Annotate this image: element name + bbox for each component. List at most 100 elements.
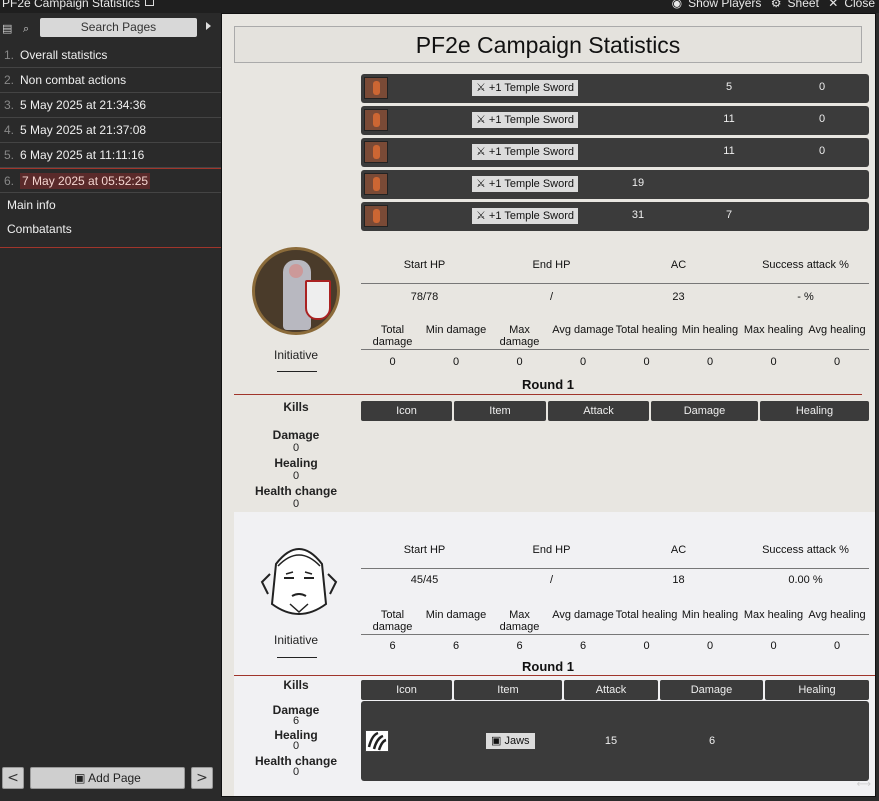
attack-value: 31 [631,209,645,221]
round-divider [234,394,862,395]
next-page-button[interactable]: > [191,767,213,789]
item-name: +1 Temple Sword [488,82,575,94]
journal-sheet: PF2e Campaign Statistics ⚔ +1 Temple Swo… [221,13,876,797]
round-table-header: Icon Item Attack Damage Healing [361,401,869,421]
page-number: 4. [4,123,15,137]
stat-header: Max damage [499,324,540,348]
add-page-button[interactable]: ▣ Add Page [30,767,185,789]
stat-value: 0 [706,640,714,652]
sword-icon: ⚔ [476,82,489,94]
stat-value: 0 [452,356,460,368]
stat-value: 0 [389,356,396,368]
col-damage: Damage [651,401,758,421]
add-page-label: Add Page [88,771,141,785]
stat-header: Total damage [372,609,413,633]
eye-icon: ◉ [671,0,683,10]
item-name: +1 Temple Sword [488,146,575,158]
collapse-caret-icon[interactable] [206,22,211,30]
item-name: +1 Temple Sword [488,114,575,126]
stat-value: 0 [770,356,777,368]
page-item[interactable]: 4. 5 May 2025 at 21:37:08 [0,118,221,143]
page-number: 5. [4,148,15,162]
sword-icon: ⚔ [476,210,489,222]
initiative-line [277,371,317,372]
stats-header-row: Start HP End HP AC Success attack % [361,252,869,283]
page-number: 2. [4,73,15,87]
page-title: PF2e Campaign Statistics [234,26,862,63]
page-number: 3. [4,98,15,112]
stat-header: Min damage [425,609,487,621]
initiative-label: Initiative [273,633,319,647]
subpage-combatants[interactable]: Combatants [0,217,221,241]
stats-header-row: Start HP End HP AC Success attack % [361,537,869,568]
journal-icon[interactable] [145,0,155,6]
page-sidebar: ▤ ⌕ Search Pages 1. Overall statistics 2.… [0,13,221,801]
character-token-icon [364,173,388,195]
claw-icon [365,730,389,752]
healing-value: 0 [292,740,300,752]
page-label: Non combat actions [20,73,127,87]
page-item[interactable]: 2. Non combat actions [0,68,221,93]
damage-value: 0 [818,81,826,93]
attack-value: 11 [723,145,735,157]
stat-header: Min healing [681,609,739,621]
search-pages-button[interactable]: Search Pages [40,18,197,37]
ac-value: 18 [672,574,685,586]
character-token-icon [364,205,388,227]
resize-handle-icon[interactable]: ⟷ [857,779,871,790]
stat-header: End HP [532,259,571,271]
page-item[interactable]: 3. 5 May 2025 at 21:34:36 [0,93,221,118]
subpage-main-info[interactable]: Main info [0,193,221,217]
item-tag: ⚔ +1 Temple Sword [472,112,579,128]
attack-value: 5 [725,81,733,93]
header-actions: ◉ Show Players ⚙ Sheet ✕ Close [666,0,875,10]
page-item[interactable]: 1. Overall statistics [0,43,221,68]
sidebar-toolbar: ▤ ⌕ Search Pages [0,13,221,43]
damage-value: 7 [725,209,733,221]
stats-header-row: Total damage Min damage Max damage Avg d… [361,315,869,348]
stat-header: Avg healing [808,324,866,336]
combatant-stats: Start HP End HP AC Success attack % 78/7… [361,252,869,381]
start-hp-value: 45/45 [410,574,439,586]
item-name: +1 Temple Sword [488,210,575,222]
stat-header: Max healing [743,609,804,621]
initiative-line [277,657,317,658]
prev-page-button[interactable]: < [2,767,24,789]
stat-header: Avg damage [552,609,614,621]
stat-value: 6 [516,640,523,652]
page-label: 5 May 2025 at 21:37:08 [20,123,147,137]
window-header: PF2e Campaign Statistics ◉ Show Players ⚙… [0,0,879,13]
attack-value: 15 [604,735,618,747]
page-label: Overall statistics [20,48,108,62]
search-icon[interactable]: ⌕ [23,22,29,36]
attack-row: ⚔ +1 Temple Sword 11 0 [361,138,869,167]
stat-value: 0 [833,356,841,368]
divider [0,247,221,248]
stat-value: 0 [706,356,714,368]
attack-row: ⚔ +1 Temple Sword 31 7 [361,202,869,231]
item-tag: ⚔ +1 Temple Sword [472,144,579,160]
healing-label: Healing [274,456,318,470]
ac-value: 23 [672,291,685,303]
stat-value: 0 [770,640,777,652]
col-item: Item [454,680,562,700]
item-name: +1 Temple Sword [488,178,575,190]
window-title: PF2e Campaign Statistics [2,0,155,10]
close-button[interactable]: Close [844,0,875,10]
sheet-button[interactable]: Sheet [788,0,819,10]
round-title: Round 1 [522,377,574,392]
success-attack-value: - % [797,291,814,303]
page-list: 1. Overall statistics 2. Non combat action… [0,43,221,193]
health-change-label: Health change [254,484,338,498]
toc-icon[interactable]: ▤ [2,22,12,35]
stat-header: AC [670,259,687,271]
show-players-button[interactable]: Show Players [688,0,761,10]
sword-icon: ⚔ [476,114,489,126]
page-item-active[interactable]: 6. 7 May 2025 at 05:52:25 [0,168,221,193]
stat-header: Min damage [425,324,487,336]
page-item[interactable]: 5. 6 May 2025 at 11:11:16 [0,143,221,168]
attack-row: ⚔ +1 Temple Sword 19 [361,170,869,199]
page-label: 6 May 2025 at 11:11:16 [20,148,145,162]
npc-combatant-section: Initiative Start HP End HP AC Success at… [234,512,875,796]
window-title-text: PF2e Campaign Statistics [2,0,141,10]
